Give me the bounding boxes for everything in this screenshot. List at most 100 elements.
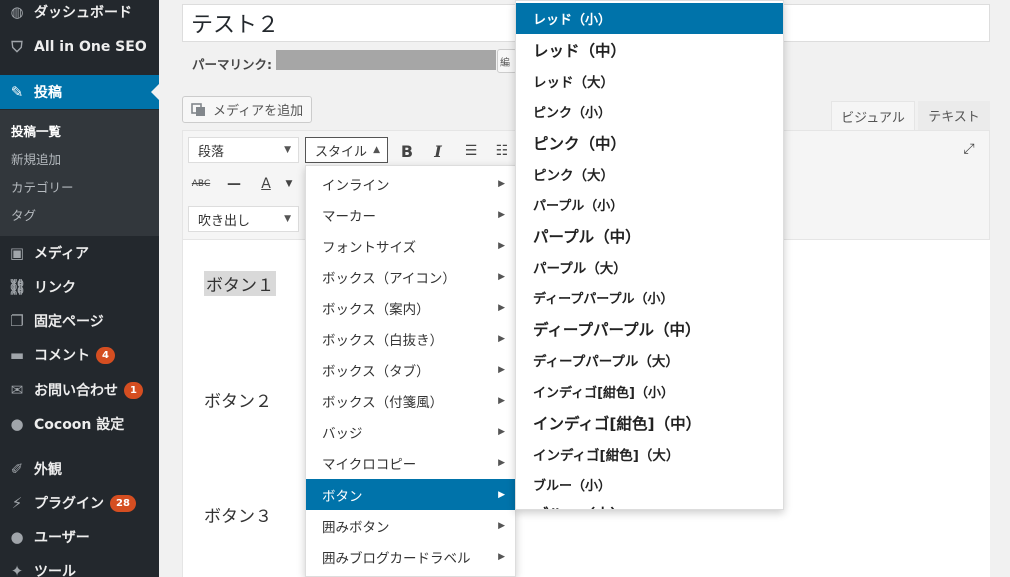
- sidebar-item-plugins[interactable]: ⚡ プラグイン 28: [0, 486, 159, 520]
- style-menu-item[interactable]: インライン ▶: [306, 168, 515, 199]
- bullet-list-icon[interactable]: ☰: [459, 139, 483, 163]
- style-menu-item[interactable]: 囲みブログカードラベル ▶: [306, 541, 515, 572]
- sidebar-item-label: プラグイン: [34, 496, 104, 512]
- sidebar-item-label: ユーザー: [34, 530, 90, 546]
- style-menu-item[interactable]: ボックス（白抜き） ▶: [306, 323, 515, 354]
- sidebar-item-label: ダッシュボード: [34, 5, 132, 21]
- strikethrough-icon[interactable]: ABC: [189, 172, 213, 196]
- style-menu-item[interactable]: フォントサイズ ▶: [306, 230, 515, 261]
- balloon-select[interactable]: 吹き出し ▼: [188, 206, 299, 232]
- format-select[interactable]: 段落 ▼: [188, 137, 299, 163]
- submenu-option[interactable]: パープル（小）: [516, 189, 783, 220]
- tab-text[interactable]: テキスト: [918, 101, 990, 130]
- comment-count-badge: 4: [96, 346, 115, 364]
- appearance-icon: ✐: [10, 460, 24, 478]
- submenu-option[interactable]: レッド（中）: [516, 34, 783, 65]
- permalink-edit-button[interactable]: 編: [497, 49, 517, 73]
- sidebar-item-label: ツール: [34, 564, 76, 577]
- sidebar-item-tools[interactable]: ✦ ツール: [0, 554, 159, 577]
- chevron-right-icon: ▶: [498, 178, 505, 189]
- link-icon: ⛓: [7, 278, 27, 296]
- style-menu-item[interactable]: ボックス（案内） ▶: [306, 292, 515, 323]
- style-menu-item[interactable]: ボックス（アイコン） ▶: [306, 261, 515, 292]
- sidebar-item-label: All in One SEO: [34, 39, 147, 55]
- sidebar-item-contact[interactable]: ✉ お問い合わせ 1: [0, 373, 159, 407]
- add-media-button[interactable]: メディアを追加: [182, 96, 312, 123]
- sidebar-item-dashboard[interactable]: ◍ ダッシュボード: [0, 0, 159, 29]
- style-menu-item[interactable]: ボックス（タブ） ▶: [306, 354, 515, 385]
- submenu-option[interactable]: ブルー（小）: [516, 469, 783, 500]
- content-line[interactable]: ボタン３: [204, 502, 272, 527]
- chevron-right-icon: ▶: [498, 302, 505, 313]
- sidebar-item-users[interactable]: ● ユーザー: [0, 520, 159, 554]
- sidebar-item-posts[interactable]: ✎ 投稿: [0, 75, 159, 109]
- chevron-right-icon: ▶: [498, 551, 505, 562]
- menu-item-label: マイクロコピー: [322, 456, 417, 473]
- submenu-add-new[interactable]: 新規追加: [11, 149, 61, 168]
- horizontal-rule-icon[interactable]: —: [222, 172, 246, 196]
- submenu-option[interactable]: インディゴ[紺色]（中）: [516, 407, 783, 438]
- chevron-down-icon: ▼: [284, 145, 291, 155]
- plugin-icon: ⚡: [11, 494, 23, 512]
- submenu-option[interactable]: パープル（中）: [516, 220, 783, 251]
- chevron-down-icon: ▼: [284, 214, 291, 224]
- chevron-up-icon: ▲: [373, 145, 380, 155]
- text-color-icon[interactable]: A: [254, 172, 278, 196]
- submenu-tags[interactable]: タグ: [11, 205, 36, 224]
- contact-count-badge: 1: [124, 381, 143, 399]
- style-select-value: スタイル: [315, 144, 368, 160]
- menu-item-label: フォントサイズ: [322, 239, 417, 256]
- fullscreen-icon[interactable]: ⤢: [957, 137, 981, 161]
- submenu-option[interactable]: ディープパープル（大）: [516, 344, 783, 375]
- submenu-option[interactable]: ディープパープル（中）: [516, 313, 783, 344]
- bold-button[interactable]: B: [395, 139, 419, 163]
- menu-item-label: 囲みブログカードラベル: [322, 550, 471, 567]
- italic-button[interactable]: I: [426, 139, 450, 163]
- submenu-option[interactable]: パープル（大）: [516, 251, 783, 282]
- style-select[interactable]: スタイル ▲: [305, 137, 388, 163]
- posts-submenu: 投稿一覧 新規追加 カテゴリー タグ: [0, 110, 159, 236]
- style-menu-item[interactable]: マイクロコピー ▶: [306, 447, 515, 478]
- style-menu-item[interactable]: 囲みボタン ▶: [306, 510, 515, 541]
- sidebar-item-cocoon[interactable]: ● Cocoon 設定: [0, 407, 159, 441]
- submenu-option[interactable]: ブルー（中）: [516, 498, 783, 510]
- sidebar-item-label: 投稿: [34, 85, 62, 101]
- submenu-option[interactable]: インディゴ[紺色]（大）: [516, 438, 783, 469]
- style-menu-item[interactable]: マーカー ▶: [306, 199, 515, 230]
- sidebar-item-pages[interactable]: ❐ 固定ページ: [0, 304, 159, 338]
- sidebar-item-appearance[interactable]: ✐ 外観: [0, 452, 159, 486]
- style-menu-item-button[interactable]: ボタン ▶: [306, 479, 515, 510]
- submenu-categories[interactable]: カテゴリー: [11, 177, 74, 196]
- tab-visual[interactable]: ビジュアル: [831, 101, 915, 130]
- style-menu-item[interactable]: ボックス（付箋風） ▶: [306, 385, 515, 416]
- submenu-option[interactable]: ピンク（大）: [516, 158, 783, 189]
- sidebar-item-label: メディア: [34, 246, 90, 262]
- style-menu-item[interactable]: バッジ ▶: [306, 416, 515, 447]
- permalink-label: パーマリンク:: [192, 57, 272, 72]
- chevron-right-icon: ▶: [498, 426, 505, 437]
- submenu-option[interactable]: ピンク（中）: [516, 127, 783, 158]
- menu-item-label: ボタン: [322, 488, 363, 505]
- menu-item-label: ボックス（アイコン）: [322, 270, 456, 287]
- submenu-all-posts[interactable]: 投稿一覧: [11, 121, 61, 140]
- content-line[interactable]: ボタン２: [204, 387, 272, 412]
- sidebar-item-comments[interactable]: ▬ コメント 4: [0, 338, 159, 372]
- sidebar-item-media[interactable]: ▣ メディア: [0, 236, 159, 270]
- chevron-down-icon[interactable]: ▼: [277, 172, 301, 196]
- media-icon: [191, 102, 205, 116]
- sidebar-item-seo[interactable]: ⛉ All in One SEO: [0, 30, 159, 64]
- sidebar-item-links[interactable]: ⛓ リンク: [0, 270, 159, 304]
- submenu-option[interactable]: ディープパープル（小）: [516, 282, 783, 313]
- numbered-list-icon[interactable]: ☷: [490, 139, 514, 163]
- comment-icon: ▬: [9, 346, 25, 364]
- menu-item-label: インライン: [322, 177, 390, 194]
- submenu-option[interactable]: レッド（小）: [516, 3, 783, 34]
- chevron-right-icon: ▶: [498, 364, 505, 375]
- sidebar-item-label: お問い合わせ: [34, 383, 118, 399]
- permalink-url[interactable]: [276, 50, 496, 70]
- sidebar-item-label: リンク: [34, 280, 76, 296]
- submenu-option[interactable]: レッド（大）: [516, 65, 783, 96]
- submenu-option[interactable]: インディゴ[紺色]（小）: [516, 376, 783, 407]
- submenu-option[interactable]: ピンク（小）: [516, 96, 783, 127]
- content-line[interactable]: ボタン１: [204, 271, 276, 296]
